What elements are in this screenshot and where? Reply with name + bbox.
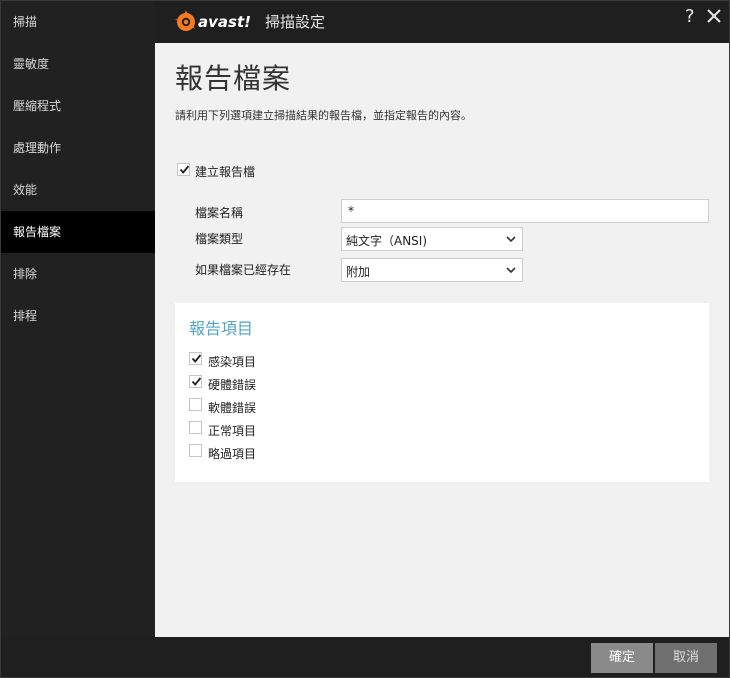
file-type-label: 檔案類型 xyxy=(195,232,244,246)
window-title: 掃描設定 xyxy=(265,13,326,31)
title-bar: avast! 掃描設定 ? xyxy=(155,1,729,43)
hard-errors-label: 硬體錯誤 xyxy=(208,378,257,392)
if-exists-select[interactable]: 附加 xyxy=(341,258,523,282)
chevron-down-icon xyxy=(506,236,516,243)
ok-button[interactable]: 確定 xyxy=(591,643,653,673)
report-items-title: 報告項目 xyxy=(189,319,254,338)
checkmark-icon xyxy=(191,377,202,386)
checkmark-icon xyxy=(179,165,190,174)
report-items-panel: 報告項目 感染項目 硬體錯誤 軟體錯誤 正常項目 略過項目 xyxy=(175,303,709,482)
sidebar-item-scan[interactable]: 掃描 xyxy=(1,1,155,43)
create-report-label: 建立報告檔 xyxy=(195,165,256,179)
sidebar-item-sensitivity[interactable]: 靈敏度 xyxy=(1,43,155,85)
close-icon xyxy=(707,9,721,23)
file-type-select[interactable]: 純文字（ANSI) xyxy=(341,227,523,251)
sidebar-item-report-file[interactable]: 報告檔案 xyxy=(1,211,155,253)
file-name-input[interactable] xyxy=(341,199,709,223)
settings-window: 掃描 靈敏度 壓縮程式 處理動作 效能 報告檔案 排除 排程 avast! 掃描… xyxy=(0,0,730,678)
sidebar-item-performance[interactable]: 效能 xyxy=(1,169,155,211)
create-report-checkbox[interactable] xyxy=(177,163,190,176)
sidebar: 掃描 靈敏度 壓縮程式 處理動作 效能 報告檔案 排除 排程 xyxy=(1,1,155,637)
infected-items-checkbox[interactable] xyxy=(189,352,202,365)
if-exists-value: 附加 xyxy=(346,265,371,279)
hard-errors-checkbox[interactable] xyxy=(189,375,202,388)
sidebar-item-packers[interactable]: 壓縮程式 xyxy=(1,85,155,127)
ok-items-label: 正常項目 xyxy=(208,424,257,438)
cancel-button[interactable]: 取消 xyxy=(655,643,717,673)
file-name-label: 檔案名稱 xyxy=(195,206,244,220)
avast-logo: avast! xyxy=(175,10,251,31)
close-button[interactable] xyxy=(705,5,723,25)
sidebar-item-exclusions[interactable]: 排除 xyxy=(1,253,155,295)
sidebar-item-schedule[interactable]: 排程 xyxy=(1,295,155,337)
page-title: 報告檔案 xyxy=(175,62,292,95)
if-exists-label: 如果檔案已經存在 xyxy=(195,263,292,277)
logo-text: avast! xyxy=(198,13,251,31)
checkmark-icon xyxy=(191,354,202,363)
file-type-value: 純文字（ANSI) xyxy=(346,234,428,248)
help-button[interactable]: ? xyxy=(685,6,695,27)
infected-items-label: 感染項目 xyxy=(208,355,257,369)
skipped-items-label: 略過項目 xyxy=(208,447,257,461)
page-description: 請利用下列選項建立掃描結果的報告檔，並指定報告的內容。 xyxy=(175,109,472,122)
main-content: 報告檔案 請利用下列選項建立掃描結果的報告檔，並指定報告的內容。 建立報告檔 檔… xyxy=(155,43,729,637)
chevron-down-icon xyxy=(506,267,516,274)
ok-items-checkbox[interactable] xyxy=(189,421,202,434)
sidebar-item-actions[interactable]: 處理動作 xyxy=(1,127,155,169)
soft-errors-checkbox[interactable] xyxy=(189,398,202,411)
skipped-items-checkbox[interactable] xyxy=(189,444,202,457)
soft-errors-label: 軟體錯誤 xyxy=(208,401,257,415)
footer-bar: 確定 取消 xyxy=(155,637,729,677)
